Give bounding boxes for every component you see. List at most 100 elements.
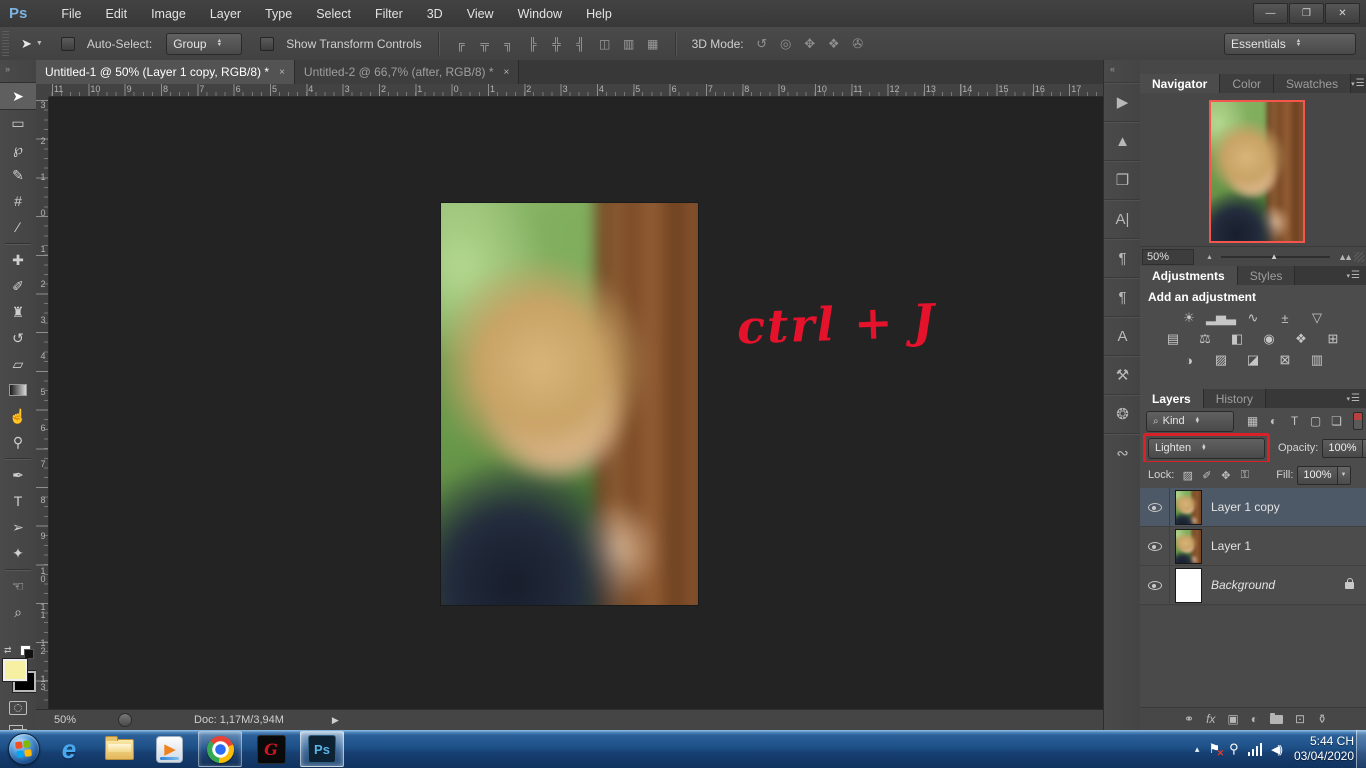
layer-filter-toggle[interactable] (1353, 412, 1363, 430)
navigator-proxy-view[interactable] (1209, 100, 1305, 243)
3d-panel-icon[interactable]: ❒ (1104, 160, 1141, 199)
status-zoom-field[interactable]: 50% (54, 714, 76, 726)
tab-history[interactable]: History (1204, 389, 1266, 408)
layer-thumbnail[interactable] (1176, 530, 1201, 563)
status-arrow-icon[interactable]: ▶ (332, 715, 339, 726)
black-white-icon[interactable]: ◧ (1226, 330, 1248, 348)
kuler-panel-icon[interactable]: ❂ (1104, 394, 1141, 433)
align-left-edges-icon[interactable]: ╠ (523, 34, 543, 54)
layer-thumbnail[interactable] (1176, 491, 1201, 524)
horizontal-ruler[interactable]: 111098765432101234567891011121314151617 (49, 84, 1103, 97)
paragraph-styles-panel-icon[interactable]: ¶ (1104, 277, 1141, 316)
fill-value[interactable]: 100%▼ (1297, 466, 1350, 485)
delete-layer-icon[interactable]: ⚱ (1317, 712, 1327, 726)
layer-style-icon[interactable]: fx (1206, 712, 1215, 726)
vertical-ruler[interactable]: 321012345678910111213 (36, 97, 49, 710)
navigator-zoom-field[interactable]: 50% (1142, 249, 1194, 265)
align-top-edges-icon[interactable]: ╔ (451, 34, 471, 54)
zoom-tool[interactable]: ⌕ (0, 599, 36, 625)
distribute-left-icon[interactable]: ◫ (595, 34, 615, 54)
workspace-dropdown[interactable]: Essentials (1224, 33, 1356, 55)
lock-image-pixels-icon[interactable]: ✐ (1197, 466, 1216, 484)
menu-item[interactable]: 3D (415, 1, 455, 27)
canvas[interactable]: ctrl + J (49, 97, 1103, 710)
3d-slide-icon[interactable]: ❖ (824, 34, 844, 54)
lock-all-icon[interactable]: ⚿ (1235, 466, 1254, 484)
menu-item[interactable]: View (455, 1, 506, 27)
paragraph-panel-icon[interactable]: ¶ (1104, 238, 1141, 277)
panel-menu-icon[interactable] (1351, 78, 1364, 89)
panel-menu-icon[interactable] (1347, 393, 1360, 404)
power-plug-icon[interactable]: ⚲ (1229, 741, 1239, 757)
histogram-panel-icon[interactable]: ▲ (1104, 121, 1141, 160)
channel-mixer-icon[interactable]: ❖ (1290, 330, 1312, 348)
selective-color-icon[interactable]: ⊠ (1274, 351, 1296, 369)
levels-icon[interactable]: ▂▅▃ (1210, 309, 1232, 327)
3d-drag-icon[interactable]: ✥ (800, 34, 820, 54)
kind-filter-dropdown[interactable]: ⌕ Kind (1146, 411, 1234, 432)
blend-mode-dropdown[interactable]: Lighten (1148, 438, 1265, 459)
exposure-icon[interactable]: ± (1274, 309, 1296, 327)
invert-icon[interactable]: ◑ (1178, 351, 1200, 369)
posterize-icon[interactable]: ▨ (1210, 351, 1232, 369)
menu-item[interactable]: File (49, 1, 93, 27)
tab-layers[interactable]: Layers (1140, 389, 1204, 408)
character-styles-panel-icon[interactable]: A (1104, 316, 1141, 355)
spot-healing-brush-tool[interactable]: ✚ (0, 247, 36, 273)
gradient-map-icon[interactable]: ▥ (1306, 351, 1328, 369)
curves-icon[interactable]: ∿ (1242, 309, 1264, 327)
menu-item[interactable]: Help (574, 1, 624, 27)
photo-image[interactable] (441, 203, 698, 605)
navigator-zoom-slider[interactable]: ▲ (1221, 256, 1330, 258)
auto-select-checkbox[interactable] (61, 37, 75, 51)
dodge-tool[interactable]: ⚲ (0, 429, 36, 455)
hue-saturation-icon[interactable]: ▤ (1162, 330, 1184, 348)
volume-icon[interactable]: ◀)) (1271, 743, 1281, 756)
minimize-button[interactable]: — (1253, 3, 1288, 24)
zoom-out-icon[interactable]: ▲ (1206, 254, 1213, 261)
quick-selection-tool[interactable]: ✎ (0, 162, 36, 188)
eye-icon[interactable] (1147, 538, 1163, 554)
new-group-icon[interactable] (1270, 715, 1283, 724)
eye-icon[interactable] (1147, 499, 1163, 515)
auto-select-dropdown[interactable]: Group (166, 33, 242, 55)
filter-type-layers-icon[interactable]: T (1284, 412, 1305, 430)
network-signal-icon[interactable] (1248, 743, 1263, 756)
align-bottom-edges-icon[interactable]: ╗ (499, 34, 519, 54)
menu-item[interactable]: Type (253, 1, 304, 27)
taskbar-file-explorer[interactable] (98, 732, 140, 766)
gradient-tool[interactable] (0, 377, 36, 403)
expand-panels-chevron-icon[interactable]: « (1110, 64, 1115, 74)
swap-colors-icon[interactable]: ⇄ (4, 645, 12, 656)
filter-adjustment-layers-icon[interactable]: ◐ (1263, 412, 1284, 430)
clock[interactable]: 5:44 CH 03/04/2020 (1294, 734, 1354, 764)
new-layer-icon[interactable]: ⊡ (1295, 712, 1305, 726)
taskbar-photoshop[interactable]: Ps (300, 731, 344, 767)
align-horizontal-centers-icon[interactable]: ╬ (547, 34, 567, 54)
filter-pixel-layers-icon[interactable]: ▦ (1242, 412, 1263, 430)
filter-shape-layers-icon[interactable]: ▢ (1305, 412, 1326, 430)
menu-item[interactable]: Layer (198, 1, 253, 27)
taskbar-chrome[interactable] (198, 731, 242, 767)
3d-scale-icon[interactable]: ✇ (848, 34, 868, 54)
3d-roll-icon[interactable]: ◎ (776, 34, 796, 54)
visibility-cell[interactable] (1140, 527, 1170, 565)
actions-panel-icon[interactable]: ▶ (1104, 82, 1141, 121)
taskbar-internet-explorer[interactable]: e (48, 732, 90, 766)
align-vertical-centers-icon[interactable]: ╦ (475, 34, 495, 54)
quick-mask-button[interactable] (9, 701, 27, 715)
crop-tool[interactable]: # (0, 188, 36, 214)
paths-panel-icon[interactable]: ∾ (1104, 433, 1141, 472)
pen-tool[interactable]: ✒ (0, 462, 36, 488)
filter-smart-objects-icon[interactable]: ❏ (1326, 412, 1347, 430)
document-tab-untitled-1[interactable]: Untitled-1 @ 50% (Layer 1 copy, RGB/8) *… (36, 60, 295, 84)
align-right-edges-icon[interactable]: ╣ (571, 34, 591, 54)
layer-name[interactable]: Layer 1 (1211, 539, 1251, 553)
close-icon[interactable]: × (504, 67, 510, 78)
menu-item[interactable]: Window (506, 1, 574, 27)
tool-presets-panel-icon[interactable]: ⚒ (1104, 355, 1141, 394)
history-brush-tool[interactable]: ↺ (0, 325, 36, 351)
lasso-tool[interactable]: ℘ (0, 136, 36, 162)
custom-shape-tool[interactable]: ✦ (0, 540, 36, 566)
threshold-icon[interactable]: ◪ (1242, 351, 1264, 369)
